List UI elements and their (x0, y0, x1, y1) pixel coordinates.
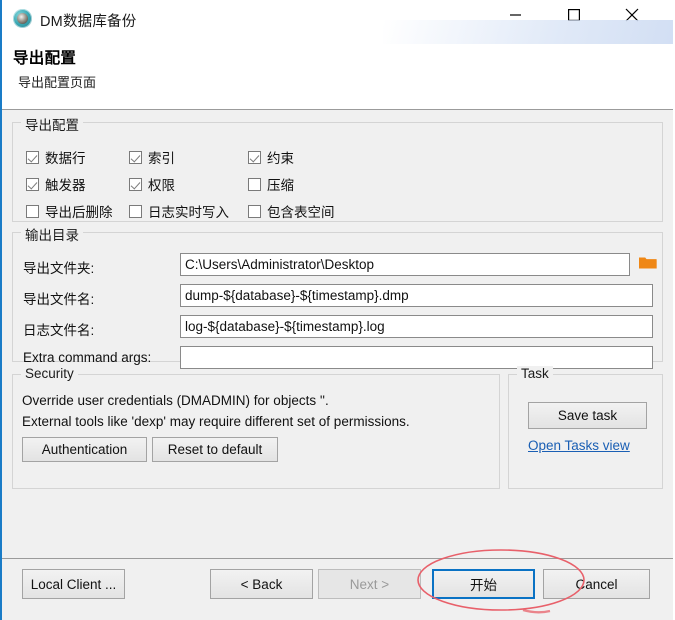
checkbox-box (26, 204, 39, 218)
local-client-button[interactable]: Local Client ... (22, 569, 125, 599)
security-legend: Security (21, 366, 78, 381)
export-filename-input[interactable] (180, 284, 653, 307)
checkbox-label: 索引 (148, 151, 175, 166)
checkbox-label: 包含表空间 (267, 205, 335, 220)
dm-backup-window: DM数据库备份 导出配置 导出配置页面 导出配置 数据行 索引 约束 触发器 权… (0, 0, 675, 620)
start-button[interactable]: 开始 (432, 569, 535, 599)
checkbox-label: 权限 (148, 178, 175, 193)
page-subtitle: 导出配置页面 (18, 75, 97, 90)
checkbox-label: 压缩 (267, 178, 294, 193)
checkbox-box (129, 150, 142, 164)
folder-icon[interactable] (637, 253, 659, 275)
minimize-icon[interactable] (493, 0, 539, 30)
export-filename-label: 导出文件名: (23, 292, 95, 307)
checkbox-label: 触发器 (45, 178, 86, 193)
log-filename-input[interactable] (180, 315, 653, 338)
checkbox-constraint[interactable]: 约束 (248, 147, 294, 167)
checkbox-label: 数据行 (45, 151, 86, 166)
extra-command-args-input[interactable] (180, 346, 653, 369)
security-line-1: Override user credentials (DMADMIN) for … (22, 393, 329, 408)
task-legend: Task (517, 366, 553, 381)
task-group: Task Save task Open Tasks view (508, 366, 663, 489)
checkbox-label: 日志实时写入 (148, 205, 229, 220)
next-button[interactable]: Next > (318, 569, 421, 599)
checkbox-trigger[interactable]: 触发器 (26, 174, 86, 194)
export-folder-label: 导出文件夹: (23, 261, 95, 276)
checkbox-data-rows[interactable]: 数据行 (26, 147, 86, 167)
checkbox-delete-after-export[interactable]: 导出后删除 (26, 201, 113, 221)
page-title: 导出配置 (13, 50, 77, 67)
checkbox-label: 约束 (267, 151, 294, 166)
save-task-button[interactable]: Save task (528, 402, 647, 429)
checkbox-box (248, 150, 261, 164)
export-config-group: 导出配置 数据行 索引 约束 触发器 权限 压缩 导出后删除 日志实时写入 包含… (12, 114, 663, 222)
checkbox-box (26, 177, 39, 191)
title-bar: DM数据库备份 (2, 0, 673, 50)
checkbox-index[interactable]: 索引 (129, 147, 175, 167)
wizard-footer: Local Client ... < Back Next > 开始 Cancel (2, 558, 673, 620)
content-area: 导出配置 数据行 索引 约束 触发器 权限 压缩 导出后删除 日志实时写入 包含… (2, 110, 673, 558)
checkbox-include-tablespace[interactable]: 包含表空间 (248, 201, 335, 221)
checkbox-box (26, 150, 39, 164)
reset-to-default-button[interactable]: Reset to default (152, 437, 278, 462)
log-filename-label: 日志文件名: (23, 323, 95, 338)
extra-command-args-label: Extra command args: (23, 350, 152, 365)
export-folder-input[interactable] (180, 253, 630, 276)
output-directory-legend: 输出目录 (21, 224, 83, 244)
window-title: DM数据库备份 (40, 14, 137, 30)
output-directory-group: 输出目录 导出文件夹: 导出文件名: 日志文件名: Extra command … (12, 224, 663, 369)
checkbox-box (129, 177, 142, 191)
maximize-icon[interactable] (551, 0, 597, 30)
close-icon[interactable] (609, 0, 655, 30)
cancel-button[interactable]: Cancel (543, 569, 650, 599)
checkbox-label: 导出后删除 (45, 205, 113, 220)
checkbox-compress[interactable]: 压缩 (248, 174, 294, 194)
security-group: Security Override user credentials (DMAD… (12, 366, 500, 489)
checkbox-box (248, 177, 261, 191)
back-button[interactable]: < Back (210, 569, 313, 599)
authentication-button[interactable]: Authentication (22, 437, 147, 462)
export-config-legend: 导出配置 (21, 114, 83, 134)
checkbox-log-realtime-write[interactable]: 日志实时写入 (129, 201, 229, 221)
security-line-2: External tools like 'dexp' may require d… (22, 414, 410, 429)
open-tasks-view-link[interactable]: Open Tasks view (528, 438, 630, 453)
checkbox-box (129, 204, 142, 218)
dm-app-icon (13, 9, 32, 28)
checkbox-privilege[interactable]: 权限 (129, 174, 175, 194)
checkbox-box (248, 204, 261, 218)
wizard-page-header: 导出配置 导出配置页面 (2, 44, 673, 110)
